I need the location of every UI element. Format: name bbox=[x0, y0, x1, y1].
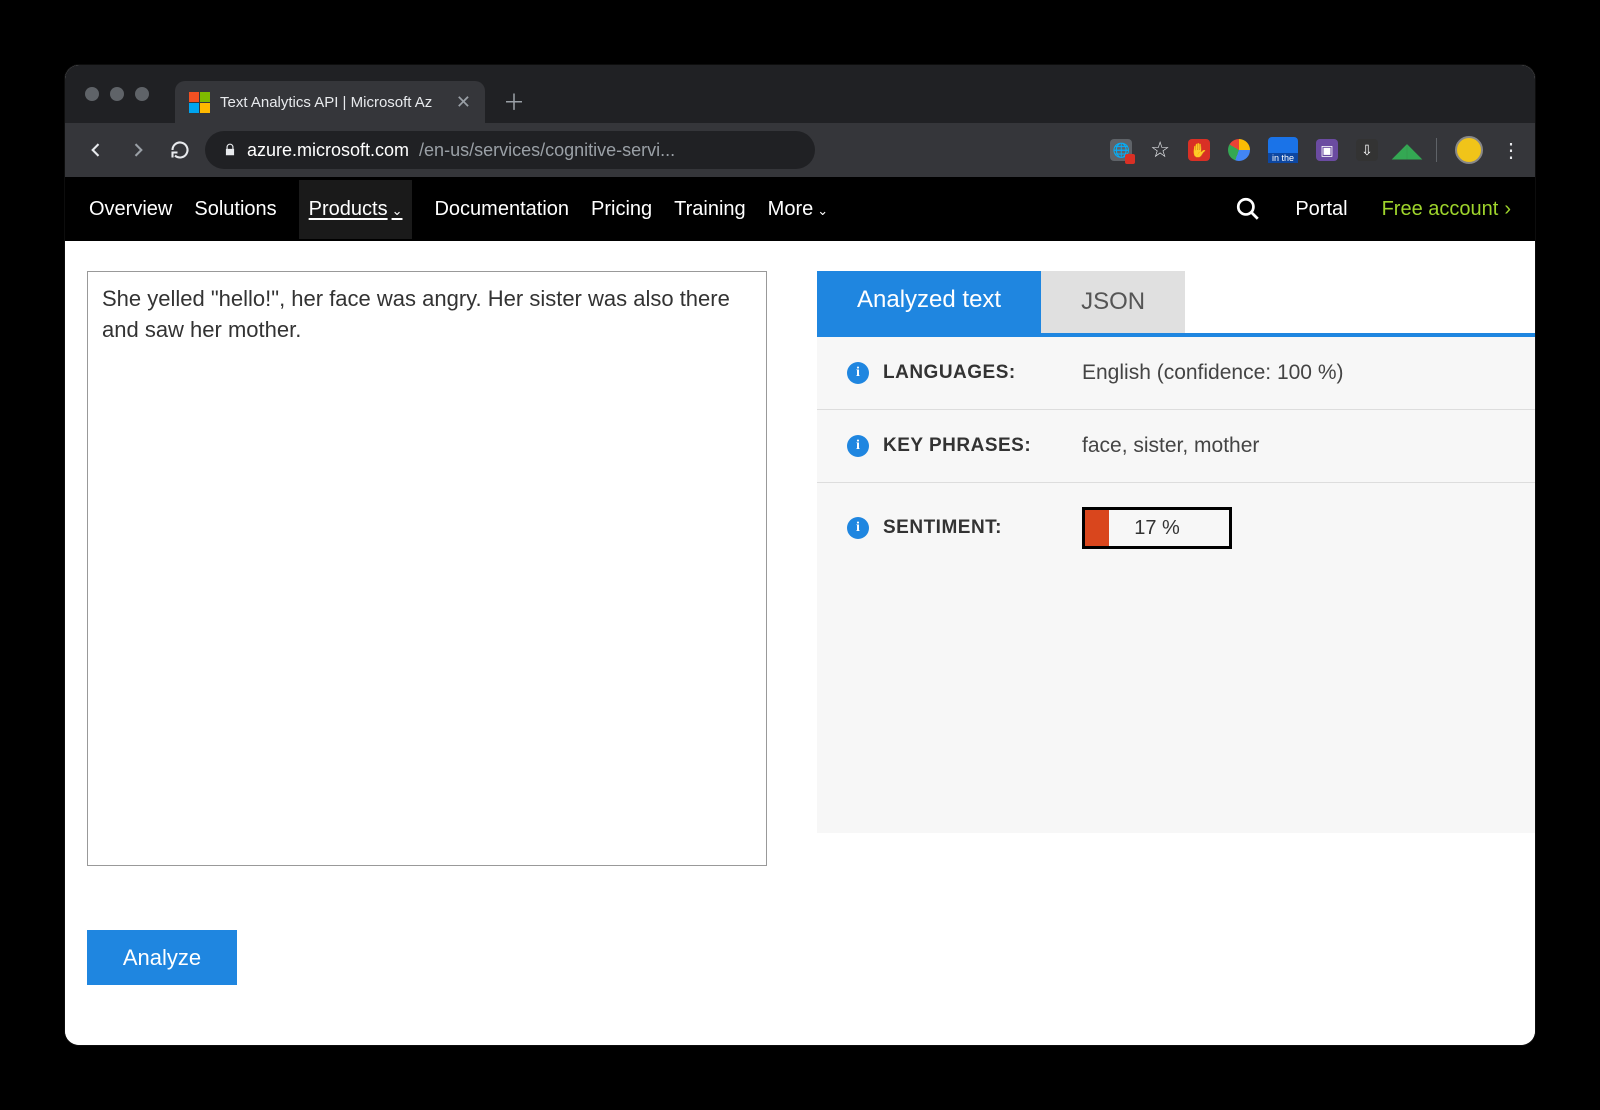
result-tabs: Analyzed text JSON bbox=[817, 271, 1535, 333]
url-path: /en-us/services/cognitive-servi... bbox=[419, 140, 675, 161]
tab-title: Text Analytics API | Microsoft Az bbox=[220, 94, 432, 111]
microsoft-logo-icon bbox=[189, 92, 210, 113]
pie-ext-icon[interactable] bbox=[1228, 139, 1250, 161]
toolbar-divider bbox=[1436, 138, 1437, 162]
sentiment-meter: 17 % bbox=[1082, 507, 1232, 549]
url-host: azure.microsoft.com bbox=[247, 140, 409, 161]
close-window-icon[interactable] bbox=[85, 87, 99, 101]
browser-tab[interactable]: Text Analytics API | Microsoft Az ✕ bbox=[175, 81, 485, 123]
tab-strip: Text Analytics API | Microsoft Az ✕ ＋ bbox=[65, 65, 1535, 123]
window-controls[interactable] bbox=[85, 87, 149, 101]
sentiment-value: 17 % bbox=[1134, 517, 1180, 540]
purple-ext-icon[interactable]: ▣ bbox=[1316, 139, 1338, 161]
nav-solutions[interactable]: Solutions bbox=[194, 198, 276, 221]
close-tab-icon[interactable]: ✕ bbox=[456, 92, 471, 113]
green-ext-icon[interactable]: ◢◣ bbox=[1396, 139, 1418, 161]
keyphrases-value: face, sister, mother bbox=[1082, 434, 1259, 458]
minimize-window-icon[interactable] bbox=[110, 87, 124, 101]
search-icon[interactable] bbox=[1235, 196, 1261, 222]
row-keyphrases: i KEY PHRASES: face, sister, mother bbox=[817, 410, 1535, 483]
nav-products[interactable]: Products⌄ bbox=[299, 180, 413, 239]
profile-avatar[interactable] bbox=[1455, 136, 1483, 164]
sentiment-fill bbox=[1085, 510, 1109, 546]
analyze-button[interactable]: Analyze bbox=[87, 930, 237, 985]
browser-window: Text Analytics API | Microsoft Az ✕ ＋ az… bbox=[65, 65, 1535, 1045]
info-icon[interactable]: i bbox=[847, 362, 869, 384]
lock-icon bbox=[223, 143, 237, 157]
kebab-menu-icon[interactable]: ⋮ bbox=[1501, 138, 1521, 163]
info-icon[interactable]: i bbox=[847, 517, 869, 539]
sentiment-label: SENTIMENT: bbox=[883, 517, 1068, 539]
chevron-down-icon: ⌄ bbox=[817, 203, 828, 218]
languages-label: LANGUAGES: bbox=[883, 362, 1068, 384]
chevron-down-icon: ⌄ bbox=[392, 203, 403, 218]
site-nav: Overview Solutions Products⌄ Documentati… bbox=[65, 177, 1535, 241]
input-column: Analyze bbox=[87, 271, 767, 1015]
info-icon[interactable]: i bbox=[847, 435, 869, 457]
results-column: Analyzed text JSON i LANGUAGES: English … bbox=[817, 271, 1535, 1015]
nav-overview[interactable]: Overview bbox=[89, 198, 172, 221]
nav-documentation[interactable]: Documentation bbox=[434, 198, 569, 221]
tab-analyzed-text[interactable]: Analyzed text bbox=[817, 271, 1041, 333]
nav-pricing[interactable]: Pricing bbox=[591, 198, 652, 221]
adblock-ext-icon[interactable]: ✋ bbox=[1188, 139, 1210, 161]
main-content: Analyze Analyzed text JSON i LANGUAGES: … bbox=[65, 241, 1535, 1045]
inthe-ext-icon[interactable]: in the bbox=[1268, 137, 1298, 163]
back-button[interactable] bbox=[79, 133, 113, 167]
nav-training[interactable]: Training bbox=[674, 198, 746, 221]
maximize-window-icon[interactable] bbox=[135, 87, 149, 101]
tab-json[interactable]: JSON bbox=[1041, 271, 1185, 333]
toolbar-icons: 🌐 ☆ ✋ in the ▣ ⇩ ◢◣ ⋮ bbox=[1110, 136, 1521, 164]
languages-value: English (confidence: 100 %) bbox=[1082, 361, 1344, 385]
nav-free-account[interactable]: Free account› bbox=[1382, 198, 1511, 221]
forward-button[interactable] bbox=[121, 133, 155, 167]
address-bar: azure.microsoft.com/en-us/services/cogni… bbox=[65, 123, 1535, 177]
download-ext-icon[interactable]: ⇩ bbox=[1356, 139, 1378, 161]
chevron-right-icon: › bbox=[1504, 198, 1511, 221]
bookmark-star-icon[interactable]: ☆ bbox=[1150, 137, 1170, 163]
keyphrases-label: KEY PHRASES: bbox=[883, 435, 1068, 457]
text-input[interactable] bbox=[87, 271, 767, 866]
new-tab-button[interactable]: ＋ bbox=[503, 85, 525, 117]
results-panel: i LANGUAGES: English (confidence: 100 %)… bbox=[817, 337, 1535, 833]
row-languages: i LANGUAGES: English (confidence: 100 %) bbox=[817, 337, 1535, 410]
translate-ext-icon[interactable]: 🌐 bbox=[1110, 139, 1132, 161]
nav-portal[interactable]: Portal bbox=[1295, 198, 1347, 221]
nav-more[interactable]: More⌄ bbox=[768, 198, 828, 221]
reload-button[interactable] bbox=[163, 133, 197, 167]
url-input[interactable]: azure.microsoft.com/en-us/services/cogni… bbox=[205, 131, 815, 169]
row-sentiment: i SENTIMENT: 17 % bbox=[817, 483, 1535, 573]
